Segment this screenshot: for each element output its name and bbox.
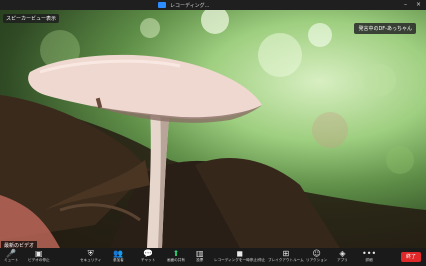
- zoom-meeting-window: レコーディング... – × スピーカービュー表示 発言中のDF-あっちゃん 最…: [0, 0, 426, 266]
- meeting-toolbar: 🎤 ミュート ▣ ビデオの停止 ⛨ セキュリティ 👥 参加者 💬 チャット ⬆ …: [0, 248, 426, 266]
- apps-icon: ◈: [339, 249, 346, 258]
- participants-icon: 👥: [113, 249, 124, 258]
- close-icon[interactable]: ×: [416, 1, 421, 8]
- mic-icon: 🎤: [6, 249, 17, 258]
- recording-button[interactable]: ◼ レコーディングを一時停止/停止: [214, 249, 265, 263]
- breakout-icon: ⊞: [282, 249, 290, 258]
- active-speaker-name: 発言中のDF-あっちゃん: [354, 23, 416, 34]
- share-screen-icon: ⬆: [172, 249, 180, 258]
- security-button[interactable]: ⛨ セキュリティ: [80, 249, 101, 263]
- poll-icon: ▥: [196, 249, 204, 258]
- video-icon: ▣: [35, 249, 43, 258]
- window-title: レコーディング...: [170, 3, 210, 9]
- title-bar: レコーディング... – ×: [0, 0, 426, 10]
- speaker-view-toggle[interactable]: スピーカービュー表示: [3, 14, 60, 23]
- mushroom-video-frame: [0, 10, 426, 248]
- share-screen-button[interactable]: ⬆ 画面の共有: [167, 249, 185, 263]
- speaker-video: [0, 10, 426, 248]
- chat-icon: 💬: [143, 249, 154, 258]
- apps-button[interactable]: ◈ アプリ: [337, 249, 348, 263]
- more-button[interactable]: ••• 詳細: [362, 249, 376, 263]
- stop-video-button[interactable]: ▣ ビデオの停止: [28, 249, 50, 263]
- breakout-rooms-button[interactable]: ⊞ ブレイクアウトルーム: [268, 249, 304, 263]
- minimize-icon[interactable]: –: [404, 1, 407, 8]
- reactions-button[interactable]: ☺ リアクション: [306, 249, 327, 263]
- zoom-app-icon: [158, 2, 166, 8]
- participants-button[interactable]: 👥 参加者: [113, 249, 124, 263]
- record-icon: ◼: [236, 249, 243, 258]
- security-icon: ⛨: [87, 249, 94, 258]
- poll-button[interactable]: ▥ 投票: [196, 249, 204, 263]
- chat-button[interactable]: 💬 チャット: [141, 249, 155, 263]
- more-icon: •••: [362, 249, 377, 258]
- end-meeting-button[interactable]: 終了: [401, 252, 421, 262]
- mute-button[interactable]: 🎤 ミュート: [4, 249, 18, 263]
- reaction-icon: ☺: [312, 249, 321, 258]
